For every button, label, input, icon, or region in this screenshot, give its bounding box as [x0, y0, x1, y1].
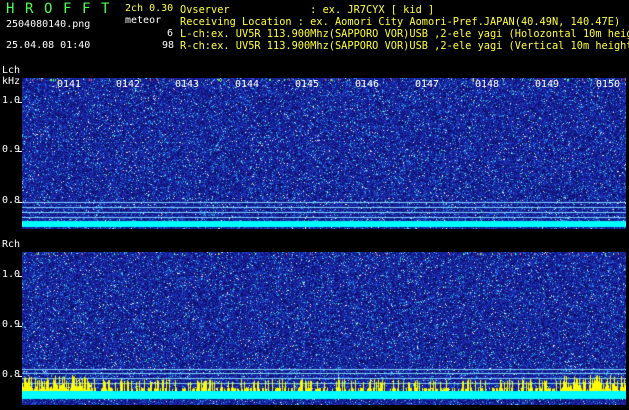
- title-letter-f1: F: [63, 1, 72, 17]
- lch-unit-label: kHz: [2, 76, 21, 87]
- title-letter-h: H: [6, 1, 15, 17]
- lch-channel-label: Lch: [2, 65, 21, 76]
- rch-info-line: R-ch:ex. UV5R 113.900Mhz(SAPPORO VOR)USB…: [180, 40, 629, 52]
- lch-tick-1-0: 1.0: [2, 95, 21, 106]
- rch-tick-1-0: 1.0: [2, 269, 21, 280]
- meteor-label: meteor: [125, 15, 162, 26]
- lch-info-line: L-ch:ex. UV5R 113.900Mhz(SAPPORO VOR)USB…: [180, 28, 629, 40]
- rch-tick-0-9: 0.9: [2, 319, 21, 330]
- rch-channel-label: Rch: [2, 239, 21, 250]
- lch-tick-0-8: 0.8: [2, 195, 21, 206]
- time-label: 0145: [295, 79, 320, 90]
- title-letter-f2: F: [82, 1, 91, 17]
- title-letter-r: R: [25, 1, 34, 17]
- location-line: Receiving Location : ex. Aomori City Aom…: [180, 16, 621, 28]
- time-label: 0147: [415, 79, 440, 90]
- datetime-label: 25.04.08 01:40: [6, 40, 91, 51]
- lch-meteor-count: 6: [167, 28, 174, 39]
- time-label: 0150: [596, 79, 621, 90]
- title-letter-o: O: [44, 1, 53, 17]
- rch-tick-0-8: 0.8: [2, 369, 21, 380]
- time-label: 0143: [175, 79, 200, 90]
- rch-spectrogram: [22, 252, 626, 405]
- observer-line: Ovserver : ex. JR7CYX [ kid ]: [180, 4, 435, 16]
- time-label: 0142: [116, 79, 141, 90]
- time-label: 0141: [57, 79, 82, 90]
- rch-meteor-count: 98: [162, 40, 175, 51]
- lch-tick-0-9: 0.9: [2, 144, 21, 155]
- version-label: 2ch 0.30: [125, 3, 174, 14]
- lch-spectrogram: [22, 78, 626, 229]
- filename-label: 2504080140.png: [6, 19, 91, 30]
- time-label: 0149: [535, 79, 560, 90]
- title-letter-t: T: [101, 1, 110, 17]
- time-label: 0148: [475, 79, 500, 90]
- time-label: 0146: [355, 79, 380, 90]
- time-label: 0144: [235, 79, 260, 90]
